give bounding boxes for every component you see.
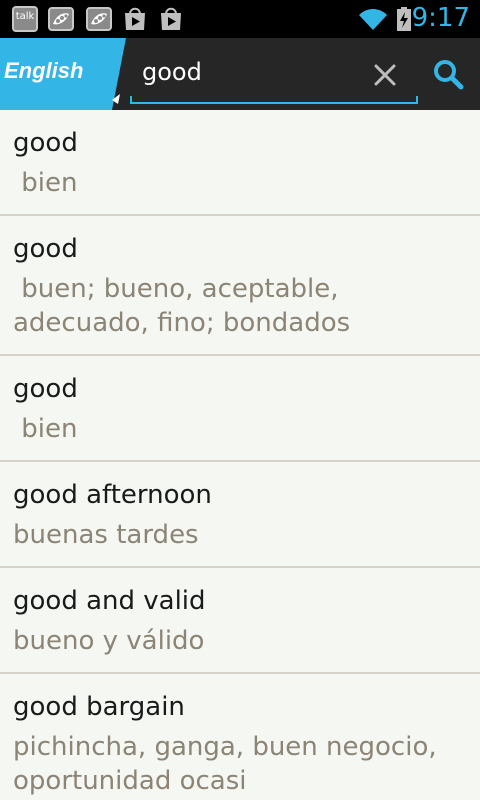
battery-charging-icon (397, 7, 411, 31)
list-item[interactable]: good bargain pichincha, ganga, buen nego… (0, 674, 480, 800)
search-input[interactable] (142, 52, 362, 92)
list-item[interactable]: good bien (0, 110, 480, 216)
result-term: good (13, 374, 78, 404)
search-icon[interactable] (430, 56, 468, 94)
language-label: English (4, 58, 84, 83)
result-term: good (13, 128, 78, 158)
result-translation: bien (13, 414, 78, 444)
search-action-bar: English (0, 38, 480, 110)
status-bar: talk 9:17 (0, 0, 480, 38)
list-item[interactable]: good and valid bueno y válido (0, 568, 480, 674)
result-translation: buenas tardes (13, 520, 199, 550)
play-store-icon (125, 7, 145, 30)
pea-pod-icon (86, 7, 112, 31)
search-underline (130, 96, 418, 104)
result-translation: pichincha, ganga, buen negocio, oportuni… (13, 732, 445, 796)
result-term: good afternoon (13, 480, 212, 510)
result-translation: buen; bueno, aceptable, adecuado, fino; … (13, 274, 351, 338)
results-list[interactable]: good bien good buen; bueno, aceptable, a… (0, 110, 480, 800)
result-term: good and valid (13, 586, 206, 616)
list-item[interactable]: good bien (0, 356, 480, 462)
talk-icon: talk (12, 6, 38, 32)
result-term: good bargain (13, 692, 185, 722)
shopping-bag-icon (161, 7, 181, 30)
list-item[interactable]: good afternoon buenas tardes (0, 462, 480, 568)
result-translation: bien (13, 168, 78, 198)
result-translation: bueno y válido (13, 626, 205, 656)
list-item[interactable]: good buen; bueno, aceptable, adecuado, f… (0, 216, 480, 356)
language-selector[interactable]: English (0, 38, 126, 110)
result-term: good (13, 234, 78, 264)
clock: 9:17 (411, 3, 470, 33)
wifi-icon (359, 9, 387, 30)
pea-pod-icon (48, 7, 74, 31)
clear-icon[interactable] (368, 58, 402, 92)
